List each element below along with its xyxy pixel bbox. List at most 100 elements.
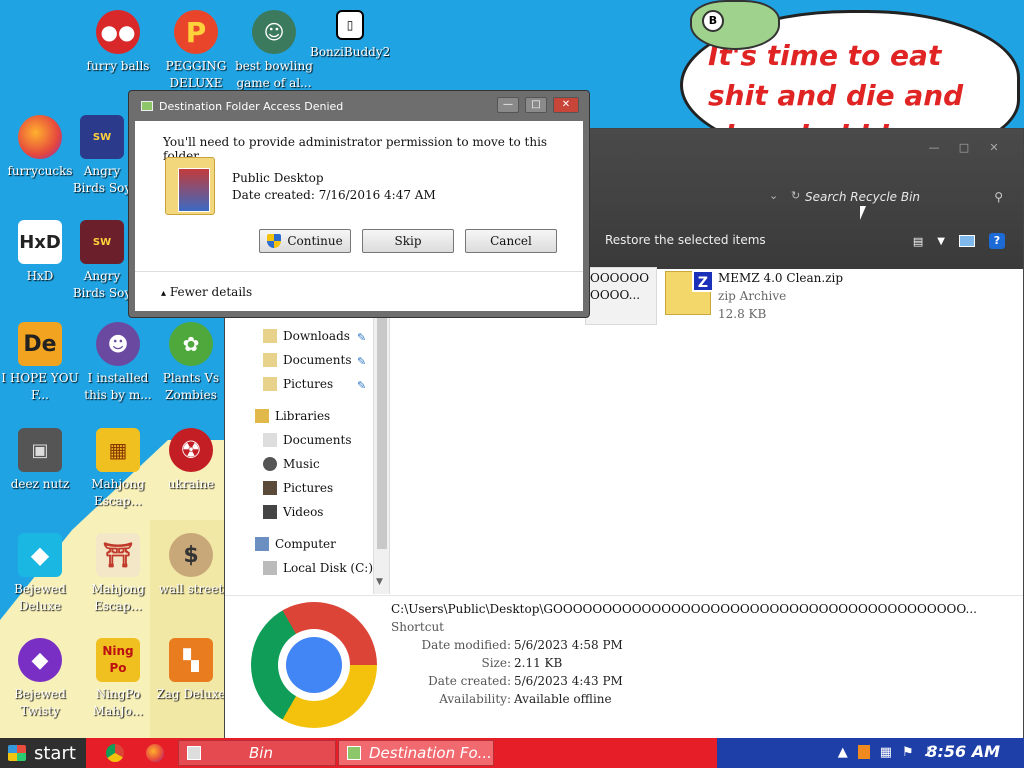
close-button[interactable]: ✕ bbox=[983, 139, 1005, 157]
scroll-down-icon[interactable]: ▼ bbox=[376, 577, 383, 587]
desktop-icon-label: I HOPE YOU F... bbox=[1, 371, 79, 402]
dialog-body: You'll need to provide administrator per… bbox=[135, 121, 583, 311]
start-button[interactable]: start bbox=[0, 738, 86, 768]
details-type: Shortcut bbox=[391, 620, 445, 634]
taskbar: start Bin Destination Fo... ▲ ▦ ⚑ ♪ 8:56… bbox=[0, 738, 1024, 768]
desktop-icon-bejewed-twisty[interactable]: ◆ Bejewed Twisty bbox=[0, 638, 80, 720]
desktop-icon-furry-balls[interactable]: ●● furry balls bbox=[78, 10, 158, 75]
desktop-icon-label: I installed this by m... bbox=[84, 371, 152, 402]
tray-app-icon[interactable] bbox=[857, 745, 870, 759]
nav-item-videos[interactable]: Videos bbox=[263, 505, 323, 519]
view-toolbar: ▤ ▼ ? bbox=[913, 233, 1005, 249]
drive-icon bbox=[263, 561, 277, 575]
address-dropdown-icon[interactable]: ⌄ bbox=[769, 189, 778, 202]
documents-icon bbox=[263, 433, 277, 447]
nav-item-pictures[interactable]: Pictures bbox=[263, 377, 333, 391]
nav-item-computer[interactable]: Computer bbox=[255, 537, 336, 551]
desktop-icon-i-hope[interactable]: De I HOPE YOU F... bbox=[0, 322, 80, 404]
desktop-icon-bowling[interactable]: ☺ best bowling game of al... bbox=[234, 10, 314, 92]
firefox-quicklaunch-icon[interactable] bbox=[146, 744, 164, 762]
nav-item-label: Documents bbox=[283, 353, 352, 367]
view-dropdown-icon[interactable]: ▼ bbox=[937, 236, 945, 247]
search-placeholder: Search Recycle Bin bbox=[805, 190, 921, 204]
preview-pane-icon[interactable] bbox=[959, 235, 975, 247]
chrome-quicklaunch-icon[interactable] bbox=[106, 744, 124, 762]
desktop-icon-wall-street[interactable]: $ wall street bbox=[156, 533, 226, 598]
plants-icon: ✿ bbox=[169, 322, 213, 366]
tray-expand-icon[interactable]: ▲ bbox=[838, 745, 848, 760]
pin-icon: ✎ bbox=[357, 355, 367, 368]
angry-birds-icon: SW bbox=[80, 115, 124, 159]
desktop-icon-angry-birds-2[interactable]: SW Angry Birds Soy Wars bbox=[72, 220, 132, 302]
details-key: Date created: bbox=[428, 674, 511, 688]
minimize-button[interactable]: — bbox=[497, 97, 519, 113]
skip-button[interactable]: Skip bbox=[362, 229, 454, 253]
videos-icon bbox=[263, 505, 277, 519]
restore-button[interactable]: Restore the selected items bbox=[605, 233, 766, 247]
desktop-icon-label: deez nutz bbox=[10, 477, 70, 491]
desktop-icon-i-installed[interactable]: ☻ I installed this by m... bbox=[78, 322, 158, 404]
desktop-icon-angry-birds-1[interactable]: SW Angry Birds Soy Wars bbox=[72, 115, 132, 197]
maximize-button[interactable]: □ bbox=[953, 139, 975, 157]
desktop-icon-ukraine[interactable]: ☢ ukraine bbox=[156, 428, 226, 493]
nav-item-label: Music bbox=[283, 457, 320, 471]
desktop-icon-bejewed-deluxe[interactable]: ◆ Bejewed Deluxe bbox=[0, 533, 80, 615]
details-key: Availability: bbox=[439, 692, 511, 706]
file-name[interactable]: MEMZ 4.0 Clean.zip bbox=[718, 271, 843, 285]
system-tray: ▲ ▦ ⚑ ♪ bbox=[838, 745, 932, 760]
cancel-button[interactable]: Cancel bbox=[465, 229, 557, 253]
taskbar-item-recycle-bin[interactable]: Bin bbox=[178, 740, 336, 766]
continue-button[interactable]: Continue bbox=[259, 229, 351, 253]
search-icon[interactable]: ⚲ bbox=[994, 185, 1003, 209]
taskbar-item-destination-folder[interactable]: Destination Fo... bbox=[338, 740, 494, 766]
desktop-icon-deez-nutz[interactable]: ▣ deez nutz bbox=[0, 428, 80, 493]
fewer-details-toggle[interactable]: ▴ Fewer details bbox=[161, 285, 252, 299]
folder-icon bbox=[263, 329, 277, 343]
nav-item-local-disk[interactable]: Local Disk (C:) bbox=[263, 561, 373, 575]
nav-item-lib-documents[interactable]: Documents bbox=[263, 433, 351, 447]
desktop-icon-label: Mahjong Escap... bbox=[91, 582, 145, 613]
nav-item-music[interactable]: Music bbox=[263, 457, 320, 471]
zip-archive-icon[interactable]: Z bbox=[665, 270, 714, 315]
file-type: zip Archive bbox=[718, 289, 787, 303]
dialog-task-icon bbox=[347, 746, 361, 760]
desktop-icon-zag-deluxe[interactable]: ▚ Zag Deluxe bbox=[156, 638, 226, 703]
change-view-icon[interactable]: ▤ bbox=[913, 235, 923, 248]
nav-item-documents[interactable]: Documents bbox=[263, 353, 351, 367]
chrome-icon-ring bbox=[278, 629, 350, 701]
fewer-details-label: Fewer details bbox=[169, 285, 253, 299]
action-center-icon[interactable]: ⚑ bbox=[902, 745, 914, 760]
nav-item-label: Computer bbox=[275, 537, 336, 551]
radiation-icon: ☢ bbox=[169, 428, 213, 472]
help-icon[interactable]: ? bbox=[989, 233, 1005, 249]
desktop-icon-bonzibuddy[interactable]: ▯ BonziBuddy2 bbox=[310, 10, 390, 61]
desktop-icon-ningpo[interactable]: Ning Po NingPo MahJo... bbox=[78, 638, 158, 720]
search-input[interactable]: Search Recycle Bin ⚲ bbox=[795, 185, 1009, 209]
pegging-icon: P bbox=[174, 10, 218, 54]
nav-item-lib-pictures[interactable]: Pictures bbox=[263, 481, 333, 495]
desktop-icon-mahjong-2[interactable]: ⛩ Mahjong Escap... bbox=[78, 533, 158, 615]
minimize-button[interactable]: — bbox=[923, 139, 945, 157]
pin-icon: ✎ bbox=[357, 379, 367, 392]
desktop-icon-mahjong-1[interactable]: ▦ Mahjong Escap... bbox=[78, 428, 158, 510]
desktop-icon-firefox[interactable]: furrycucks bbox=[0, 115, 80, 180]
hxd-icon: HxD bbox=[18, 220, 62, 264]
dialog-item-date: Date created: 7/16/2016 4:47 AM bbox=[232, 188, 436, 202]
details-value: 5/6/2023 4:58 PM bbox=[514, 638, 623, 652]
close-button[interactable]: ✕ bbox=[553, 97, 579, 113]
dialog-item-name: Public Desktop bbox=[232, 171, 324, 185]
file-item-goo-shortcut[interactable]: OOOOOO OOOO... bbox=[585, 267, 657, 325]
desktop-icon-hxd[interactable]: HxD HxD bbox=[0, 220, 80, 285]
nav-item-downloads[interactable]: Downloads bbox=[263, 329, 350, 343]
maximize-button[interactable]: □ bbox=[525, 97, 547, 113]
network-icon[interactable]: ▦ bbox=[880, 745, 892, 760]
dialog-title: Destination Folder Access Denied bbox=[159, 99, 344, 113]
bonzibuddy-icon: ▯ bbox=[336, 10, 364, 40]
desktop-icon-plants-vs-zombies[interactable]: ✿ Plants Vs Zombies bbox=[156, 322, 226, 404]
desktop-icon-label: Bejewed Twisty bbox=[14, 687, 66, 718]
taskbar-clock[interactable]: 8:56 AM bbox=[926, 742, 1000, 761]
nav-item-libraries[interactable]: Libraries bbox=[255, 409, 330, 423]
wallpaper-bubble-text: It's time to eat shit and die and chew b… bbox=[708, 39, 987, 136]
desktop-icon-pegging-deluxe[interactable]: P PEGGING DELUXE bbox=[156, 10, 236, 92]
details-path: C:\Users\Public\Desktop\GOOOOOOOOOOOOOOO… bbox=[391, 602, 977, 616]
